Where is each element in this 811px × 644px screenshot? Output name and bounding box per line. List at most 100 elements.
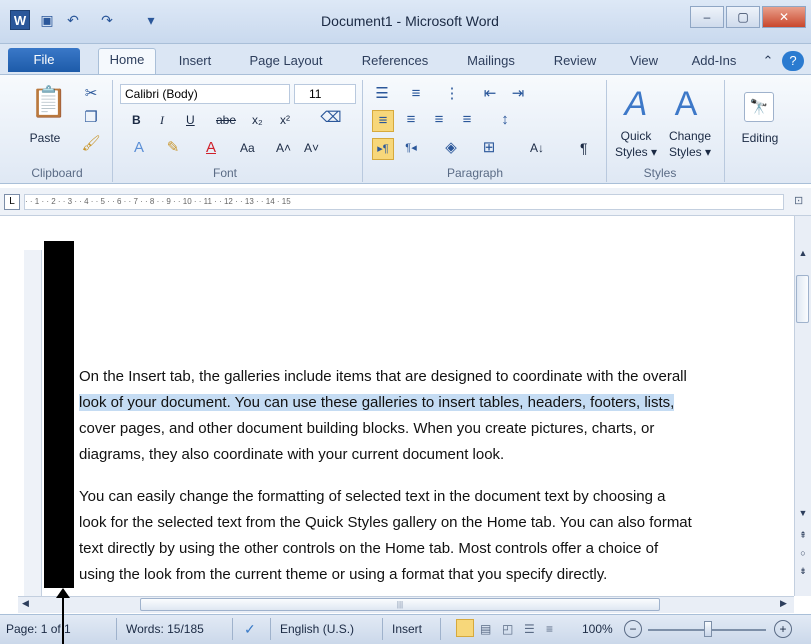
horizontal-scroll-thumb[interactable]: ||| (140, 598, 660, 611)
paragraph-1-line-2[interactable]: look of your document. You can use these… (79, 390, 784, 416)
italic-button[interactable]: I (160, 110, 164, 130)
increase-indent-icon[interactable]: ⇥ (506, 84, 530, 104)
editing-button[interactable]: Editing (730, 128, 790, 148)
selected-text[interactable]: look of your document. You can use these… (79, 394, 675, 411)
scroll-left-icon[interactable]: ◀ (22, 598, 34, 611)
bold-button[interactable]: B (132, 110, 141, 130)
vertical-ruler[interactable] (24, 250, 42, 596)
next-page-icon[interactable]: ⇟ (797, 566, 809, 580)
tab-view[interactable]: View (622, 50, 666, 72)
scroll-right-icon[interactable]: ▶ (780, 598, 792, 611)
multilevel-list-icon[interactable]: ⋮ (440, 84, 464, 104)
text-effects-icon[interactable]: A (128, 138, 150, 158)
quick-styles-icon[interactable]: A (616, 82, 656, 126)
zoom-level[interactable]: 100% (582, 620, 613, 638)
paragraph-2-line-4[interactable]: using the look from the current theme or… (79, 562, 784, 588)
copy-icon[interactable]: ❐ (80, 108, 102, 128)
change-styles-icon[interactable]: A (666, 82, 706, 126)
justify-icon[interactable]: ≡ (456, 110, 478, 130)
view-ruler-icon[interactable]: ⊡ (794, 194, 808, 210)
word-app-icon[interactable]: W (10, 10, 30, 30)
tab-mailings[interactable]: Mailings (455, 50, 527, 72)
outline-view-icon[interactable]: ☰ (524, 620, 535, 638)
paragraph-2-line-2[interactable]: look for the selected text from the Quic… (79, 510, 784, 536)
scroll-down-icon[interactable]: ▼ (797, 508, 809, 522)
proofing-icon[interactable]: ✓ (244, 620, 256, 638)
highlight-icon[interactable]: ✎ (162, 138, 184, 158)
strikethrough-button[interactable]: abe (216, 110, 236, 130)
align-left-icon[interactable]: ≡ (372, 110, 394, 132)
underline-button[interactable]: U (186, 110, 195, 130)
quick-styles-label[interactable]: Quick Styles ▾ (612, 128, 660, 160)
language-indicator[interactable]: English (U.S.) (280, 620, 354, 638)
clear-formatting-icon[interactable]: ⌫ (320, 108, 342, 128)
group-divider (606, 80, 607, 182)
draft-view-icon[interactable]: ≡ (546, 620, 553, 638)
cut-icon[interactable]: ✂ (80, 84, 102, 104)
paragraph-2-line-3[interactable]: text directly by using the other control… (79, 536, 784, 562)
find-icon[interactable]: 🔭 (744, 92, 774, 122)
quick-styles-label-2: Styles (614, 145, 648, 159)
tab-references[interactable]: References (352, 50, 438, 72)
zoom-slider-thumb[interactable] (704, 621, 712, 637)
show-hide-marks-button[interactable]: ¶ (580, 138, 588, 158)
paste-icon[interactable]: 📋 (30, 82, 67, 124)
help-icon[interactable]: ? (782, 51, 804, 71)
decrease-indent-icon[interactable]: ⇤ (478, 84, 502, 104)
superscript-button[interactable]: x² (280, 110, 290, 130)
paragraph-1-line-1[interactable]: On the Insert tab, the galleries include… (79, 364, 784, 390)
undo-icon[interactable]: ↶ (62, 10, 84, 30)
redo-icon[interactable]: ↷ (96, 10, 118, 30)
tab-review[interactable]: Review (546, 50, 604, 72)
tab-home[interactable]: Home (98, 48, 156, 74)
insert-mode-indicator[interactable]: Insert (392, 620, 422, 638)
paste-button-label[interactable]: Paste (20, 128, 70, 148)
browse-object-icon[interactable]: ○ (797, 548, 809, 562)
subscript-button[interactable]: x₂ (252, 110, 263, 130)
paragraph-2-line-1[interactable]: You can easily change the formatting of … (79, 484, 784, 510)
maximize-button[interactable]: ▢ (726, 6, 760, 28)
font-color-icon[interactable]: A (200, 138, 222, 158)
change-case-button[interactable]: Aa (240, 138, 255, 158)
change-styles-label[interactable]: Change Styles ▾ (664, 128, 716, 160)
tab-file[interactable]: File (8, 48, 80, 72)
scroll-up-icon[interactable]: ▲ (797, 248, 809, 262)
bullets-icon[interactable]: ☰ (370, 84, 394, 104)
full-screen-reading-icon[interactable]: ▤ (480, 620, 491, 638)
print-layout-view-icon[interactable] (456, 619, 474, 637)
tab-page-layout[interactable]: Page Layout (240, 50, 332, 72)
numbering-icon[interactable]: ≡ (404, 84, 428, 104)
page-count[interactable]: Page: 1 of 1 (6, 620, 71, 638)
format-painter-icon[interactable]: 🖌 (80, 134, 102, 154)
rtl-text-icon[interactable]: ¶◂ (400, 138, 422, 158)
shrink-font-button[interactable]: A˅ (304, 138, 319, 158)
ltr-text-icon[interactable]: ▸¶ (372, 138, 394, 160)
tab-selector[interactable]: L (4, 194, 20, 210)
tab-insert[interactable]: Insert (170, 50, 220, 72)
grow-font-button[interactable]: A˄ (276, 138, 291, 158)
tab-add-ins[interactable]: Add-Ins (684, 50, 744, 72)
web-layout-icon[interactable]: ◰ (502, 620, 513, 638)
shading-icon[interactable]: ◈ (440, 138, 462, 158)
minimize-button[interactable]: – (690, 6, 724, 28)
paragraph-1-line-4[interactable]: diagrams, they also coordinate with your… (79, 442, 784, 468)
zoom-out-button[interactable]: − (624, 620, 642, 638)
vertical-scroll-thumb[interactable] (796, 275, 809, 323)
sort-button[interactable]: A↓ (530, 138, 544, 158)
align-center-icon[interactable]: ≡ (400, 110, 422, 130)
window-title: Document1 - Microsoft Word (321, 13, 499, 29)
horizontal-ruler[interactable]: · · 1 · · 2 · · 3 · · 4 · · 5 · · 6 · · … (24, 194, 784, 210)
close-button[interactable]: ✕ (762, 6, 806, 28)
save-icon[interactable]: ▣ (36, 10, 58, 30)
word-count[interactable]: Words: 15/185 (126, 620, 204, 638)
font-name-box[interactable]: Calibri (Body) (120, 84, 290, 104)
paragraph-1-line-3[interactable]: cover pages, and other document building… (79, 416, 784, 442)
zoom-in-button[interactable]: + (774, 620, 792, 638)
font-size-box[interactable]: 11 (294, 84, 356, 104)
borders-icon[interactable]: ⊞ (478, 138, 500, 158)
previous-page-icon[interactable]: ⇞ (797, 530, 809, 544)
minimize-ribbon-icon[interactable]: ⌃ (758, 50, 778, 72)
line-spacing-icon[interactable]: ↕ (494, 110, 516, 130)
customize-qat-icon[interactable]: ▾ (140, 10, 162, 30)
align-right-icon[interactable]: ≡ (428, 110, 450, 130)
